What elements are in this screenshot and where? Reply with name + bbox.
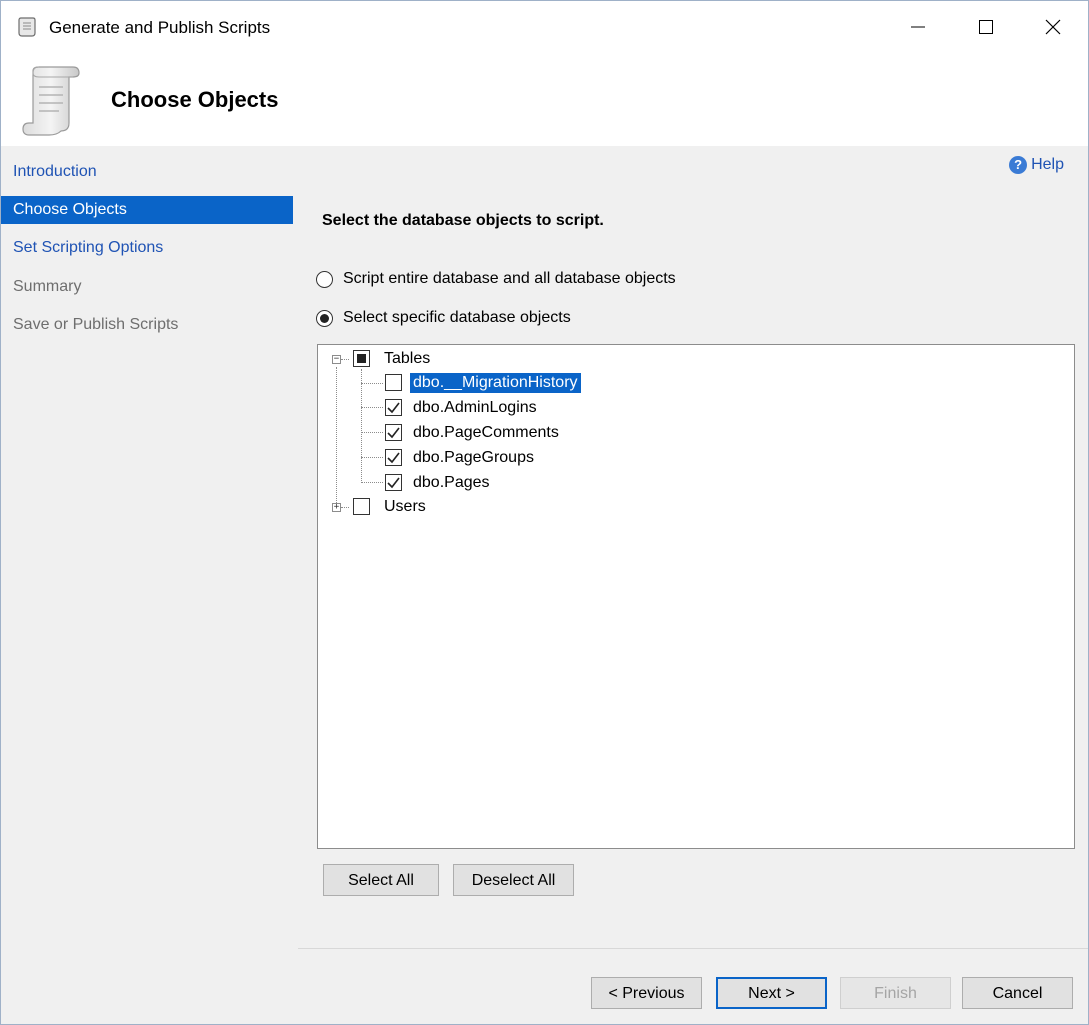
wizard-window: Generate and Publish Scripts Choose Obje… xyxy=(0,0,1089,1025)
sidebar-item-set-scripting-options[interactable]: Set Scripting Options xyxy=(1,234,293,262)
minimize-icon xyxy=(911,26,925,28)
checkbox-tables[interactable] xyxy=(353,350,370,367)
tree-node-table[interactable]: dbo.PageComments xyxy=(318,421,1074,445)
previous-button[interactable]: < Previous xyxy=(591,977,702,1009)
title-bar: Generate and Publish Scripts xyxy=(1,1,1088,53)
sidebar-item-summary: Summary xyxy=(13,278,82,295)
tree-label: dbo.__MigrationHistory xyxy=(410,373,581,393)
instruction-text: Select the database objects to script. xyxy=(322,212,604,229)
tree-node-table[interactable]: dbo.AdminLogins xyxy=(318,396,1074,420)
tree-node-table[interactable]: dbo.PageGroups xyxy=(318,446,1074,470)
tree-label: dbo.PageComments xyxy=(413,424,559,441)
radio-button[interactable] xyxy=(316,270,333,288)
footer-divider xyxy=(298,948,1088,949)
sidebar-item-save-or-publish-scripts: Save or Publish Scripts xyxy=(13,316,179,333)
scroll-icon xyxy=(19,65,83,137)
radio-button[interactable] xyxy=(316,309,333,327)
help-label: Help xyxy=(1031,156,1064,173)
wizard-sidebar: Introduction Choose Objects Set Scriptin… xyxy=(1,152,293,1024)
object-tree[interactable]: − Tables dbo.__MigrationHistory dbo.Admi… xyxy=(317,344,1075,849)
tree-label: dbo.PageGroups xyxy=(413,449,534,466)
tree-node-table[interactable]: dbo.Pages xyxy=(318,471,1074,495)
sidebar-item-introduction[interactable]: Introduction xyxy=(1,158,293,186)
tree-label: Tables xyxy=(384,350,431,367)
minimize-button[interactable] xyxy=(885,1,951,53)
radio-label: Select specific database objects xyxy=(343,309,571,326)
tree-node-table[interactable]: dbo.__MigrationHistory xyxy=(318,371,1074,395)
radio-script-entire-database[interactable]: Script entire database and all database … xyxy=(316,270,676,288)
tree-label: dbo.AdminLogins xyxy=(413,399,537,416)
checkbox-table[interactable] xyxy=(385,424,402,441)
select-all-button[interactable]: Select All xyxy=(323,864,439,896)
radio-label: Script entire database and all database … xyxy=(343,270,676,287)
collapse-icon[interactable]: − xyxy=(332,355,341,364)
checkbox-table[interactable] xyxy=(385,374,402,391)
close-button[interactable] xyxy=(1020,1,1086,53)
close-icon xyxy=(1045,19,1061,35)
wizard-header: Choose Objects xyxy=(1,53,1088,146)
radio-select-specific-objects[interactable]: Select specific database objects xyxy=(316,309,571,327)
checkbox-table[interactable] xyxy=(385,474,402,491)
checkbox-users[interactable] xyxy=(353,498,370,515)
cancel-button[interactable]: Cancel xyxy=(962,977,1073,1009)
maximize-button[interactable] xyxy=(953,1,1019,53)
checkbox-table[interactable] xyxy=(385,449,402,466)
help-link[interactable]: ? Help xyxy=(1009,156,1064,174)
tree-label: Users xyxy=(384,498,426,515)
scroll-icon xyxy=(17,16,37,38)
tree-label: dbo.Pages xyxy=(413,474,490,491)
expand-icon[interactable]: + xyxy=(332,503,341,512)
next-button[interactable]: Next > xyxy=(716,977,827,1009)
help-icon: ? xyxy=(1009,156,1028,174)
window-title: Generate and Publish Scripts xyxy=(49,18,271,37)
maximize-icon xyxy=(979,20,993,34)
checkbox-table[interactable] xyxy=(385,399,402,416)
tree-node-users[interactable]: + Users xyxy=(318,495,1074,519)
tree-node-tables[interactable]: − Tables xyxy=(318,347,1074,371)
deselect-all-button[interactable]: Deselect All xyxy=(453,864,574,896)
finish-button: Finish xyxy=(840,977,951,1009)
main-panel: ? Help Select the database objects to sc… xyxy=(298,152,1088,1024)
sidebar-item-choose-objects[interactable]: Choose Objects xyxy=(1,196,293,224)
page-title: Choose Objects xyxy=(111,87,279,112)
